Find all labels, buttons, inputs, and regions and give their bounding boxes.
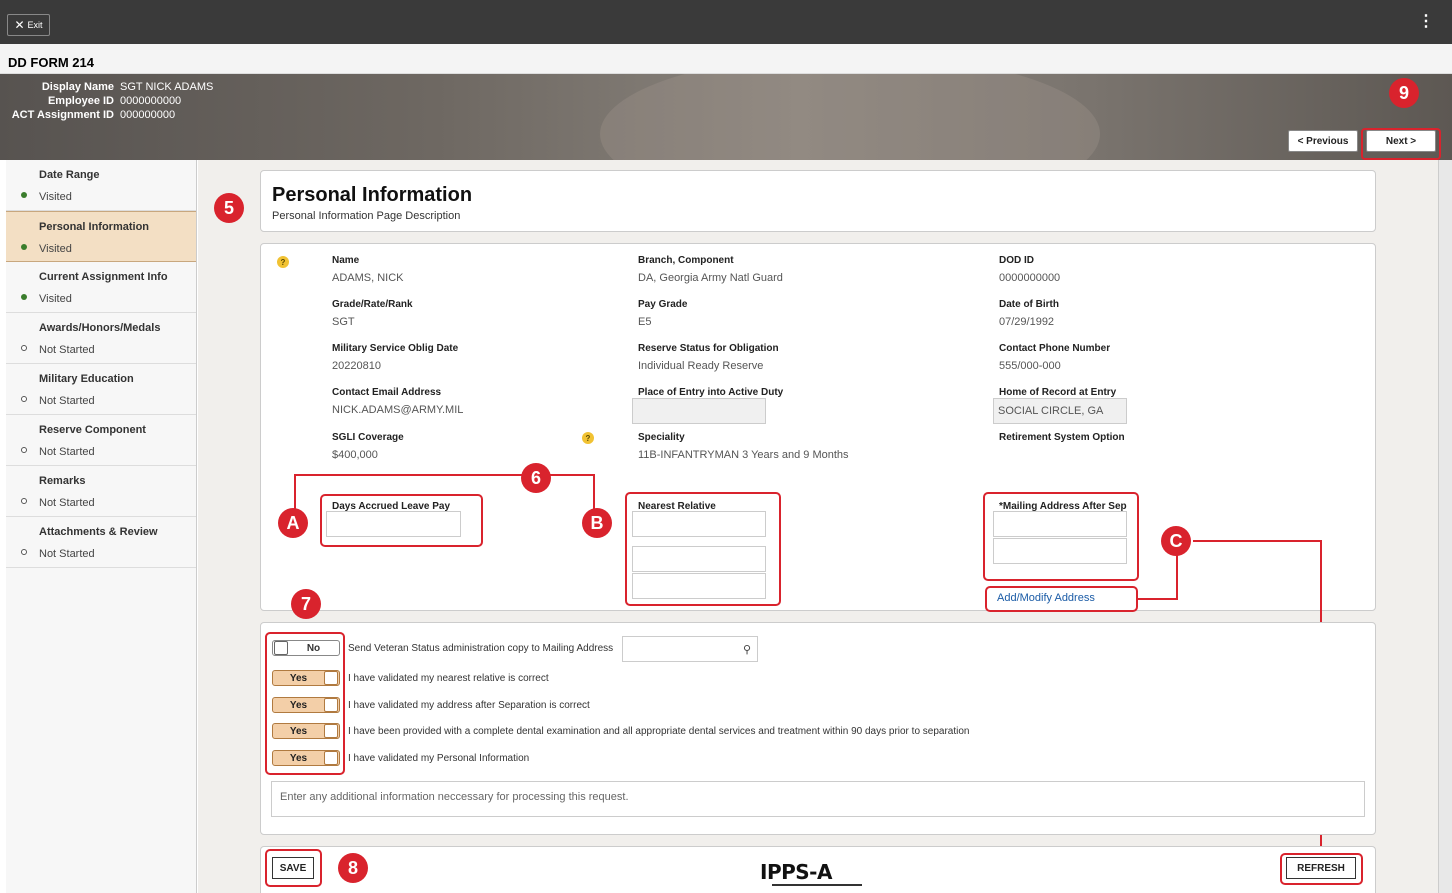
field-branch: Branch, Component DA, Georgia Army Natl …: [638, 255, 783, 284]
step-remarks[interactable]: Remarks Not Started: [6, 466, 196, 517]
add-modify-address-link[interactable]: Add/Modify Address: [997, 592, 1095, 604]
previous-button[interactable]: < Previous: [1288, 130, 1358, 152]
status-dot-icon: [21, 294, 27, 300]
save-button[interactable]: SAVE: [272, 857, 314, 879]
annotation-badge-7: 7: [291, 589, 321, 619]
personal-details-card: [260, 243, 1376, 611]
step-current-assignment[interactable]: Current Assignment Info Visited: [6, 262, 196, 313]
step-date-range[interactable]: Date Range Visited: [6, 160, 196, 211]
search-icon: ⚲: [742, 644, 751, 656]
field-speciality: Speciality 11B-INFANTRYMAN 3 Years and 9…: [638, 432, 849, 461]
annotation-line: [1193, 540, 1322, 542]
info-row-assignment-id: ACT Assignment ID 000000000: [11, 109, 176, 121]
veteran-status-toggle[interactable]: No: [272, 640, 340, 656]
info-row-employee-id: Employee ID 0000000000: [47, 95, 182, 107]
place-of-entry-input[interactable]: [632, 398, 766, 424]
logo-underline: [772, 884, 862, 886]
status-dot-icon: [21, 396, 27, 402]
address-toggle[interactable]: Yes: [272, 697, 340, 713]
annotation-line: [1176, 555, 1178, 600]
mailing-address-input-2[interactable]: [993, 538, 1127, 564]
annotation-line: [294, 474, 296, 512]
field-place-of-entry: Place of Entry into Active Duty: [638, 387, 784, 398]
employee-info: Display Name SGT NICK ADAMS Employee ID …: [8, 80, 214, 122]
field-contact-email: Contact Email Address NICK.ADAMS@ARMY.MI…: [332, 387, 464, 416]
check-label-personal-info: I have validated my Personal Information: [348, 753, 530, 764]
refresh-button[interactable]: REFRESH: [1286, 857, 1356, 879]
status-dot-icon: [21, 498, 27, 504]
field-sgli: SGLI Coverage $400,000: [332, 432, 404, 461]
close-icon: ✕: [14, 18, 25, 32]
toggle-knob: [274, 641, 288, 655]
status-dot-icon: [21, 345, 27, 351]
mailing-address-input-1[interactable]: [993, 511, 1127, 537]
annotation-badge-c: C: [1161, 526, 1191, 556]
personal-info-toggle[interactable]: Yes: [272, 750, 340, 766]
page-description: Personal Information Page Description: [272, 210, 461, 222]
step-military-education[interactable]: Military Education Not Started: [6, 364, 196, 415]
annotation-badge-b: B: [582, 508, 612, 538]
page-title: Personal Information: [272, 184, 473, 206]
toggle-knob: [324, 671, 338, 685]
exit-label: Exit: [27, 20, 43, 30]
status-dot-icon: [21, 549, 27, 555]
form-title-bar: DD FORM 214: [0, 44, 1452, 74]
field-home-of-record: Home of Record at Entry: [999, 387, 1117, 398]
toggle-knob: [324, 751, 338, 765]
annotation-line: [593, 474, 595, 512]
check-label-nearest-relative: I have validated my nearest relative is …: [348, 673, 549, 684]
next-button[interactable]: Next >: [1366, 130, 1436, 152]
nearest-relative-toggle[interactable]: Yes: [272, 670, 340, 686]
field-grade: Grade/Rate/Rank SGT: [332, 299, 413, 328]
field-dod-id: DOD ID 0000000000: [999, 255, 1061, 284]
check-label-address: I have validated my address after Separa…: [348, 700, 590, 711]
step-awards[interactable]: Awards/Honors/Medals Not Started: [6, 313, 196, 364]
days-accrued-leave-input[interactable]: [326, 511, 461, 537]
additional-info-textarea[interactable]: Enter any additional information neccess…: [271, 781, 1365, 817]
status-dot-icon: [21, 244, 27, 250]
status-dot-icon: [21, 447, 27, 453]
page-header-card: Personal Information Personal Informatio…: [260, 170, 1376, 232]
field-contact-phone: Contact Phone Number 555/000-000: [999, 343, 1111, 372]
check-label-dental: I have been provided with a complete den…: [348, 726, 970, 737]
home-of-record-input[interactable]: SOCIAL CIRCLE, GA: [993, 398, 1127, 424]
annotation-line: [1138, 598, 1178, 600]
field-reserve-status: Reserve Status for Obligation Individual…: [638, 343, 779, 372]
scrollbar[interactable]: [1438, 160, 1452, 893]
ippsa-logo: IPPS-A: [760, 860, 832, 884]
check-label-veteran-status: Send Veteran Status administration copy …: [348, 643, 614, 654]
field-pay-grade: Pay Grade E5: [638, 299, 688, 328]
nearest-relative-input-3[interactable]: [632, 573, 766, 599]
toggle-knob: [324, 698, 338, 712]
dental-toggle[interactable]: Yes: [272, 723, 340, 739]
field-retirement: Retirement System Option: [999, 432, 1125, 443]
nearest-relative-input-2[interactable]: [632, 546, 766, 572]
annotation-badge-a: A: [278, 508, 308, 538]
status-dot-icon: [21, 192, 27, 198]
help-icon[interactable]: ?: [582, 432, 594, 444]
step-personal-information[interactable]: Personal Information Visited: [6, 211, 196, 262]
toggle-knob: [324, 724, 338, 738]
annotation-badge-9: 9: [1389, 78, 1419, 108]
form-title: DD FORM 214: [8, 55, 94, 70]
field-date-of-birth: Date of Birth 07/29/1992: [999, 299, 1059, 328]
employee-banner: Display Name SGT NICK ADAMS Employee ID …: [0, 74, 1452, 160]
top-bar: ✕ Exit ⋮: [0, 0, 1452, 44]
annotation-badge-5: 5: [214, 193, 244, 223]
more-options-icon[interactable]: ⋮: [1418, 14, 1434, 30]
veteran-status-search-input[interactable]: ⚲: [622, 636, 758, 662]
annotation-badge-6: 6: [521, 463, 551, 493]
exit-button[interactable]: ✕ Exit: [7, 14, 50, 36]
step-reserve-component[interactable]: Reserve Component Not Started: [6, 415, 196, 466]
step-attachments-review[interactable]: Attachments & Review Not Started: [6, 517, 196, 568]
step-sidebar: Date Range Visited Personal Information …: [6, 160, 197, 893]
field-name: Name ADAMS, NICK: [332, 255, 404, 284]
info-row-display-name: Display Name SGT NICK ADAMS: [41, 81, 214, 93]
help-icon[interactable]: ?: [277, 256, 289, 268]
nearest-relative-input-1[interactable]: [632, 511, 766, 537]
field-service-oblig-date: Military Service Oblig Date 20220810: [332, 343, 459, 372]
annotation-badge-8: 8: [338, 853, 368, 883]
